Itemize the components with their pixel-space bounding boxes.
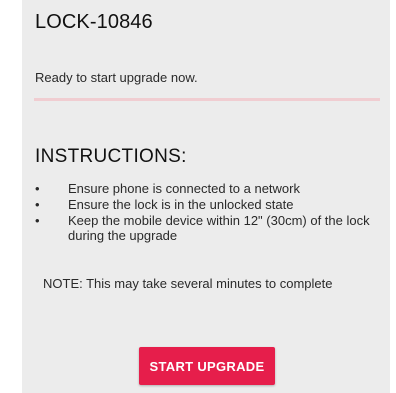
instruction-item: • Ensure the lock is in the unlocked sta… xyxy=(33,197,373,212)
bullet-icon: • xyxy=(35,197,40,212)
instruction-text: Ensure the lock is in the unlocked state xyxy=(68,197,294,212)
start-upgrade-button[interactable]: START UPGRADE xyxy=(139,347,275,385)
instruction-text: Ensure phone is connected to a network xyxy=(68,181,300,196)
instruction-item: • Keep the mobile device within 12" (30c… xyxy=(33,213,373,243)
instruction-text: Keep the mobile device within 12" (30cm)… xyxy=(68,213,370,243)
upgrade-panel: LOCK-10846 Ready to start upgrade now. I… xyxy=(22,0,390,393)
duration-note: NOTE: This may take several minutes to c… xyxy=(43,276,333,291)
instructions-list: • Ensure phone is connected to a network… xyxy=(33,181,373,244)
bullet-icon: • xyxy=(35,181,40,196)
upgrade-progress-bar xyxy=(34,98,380,101)
bullet-icon: • xyxy=(35,213,40,228)
instruction-item: • Ensure phone is connected to a network xyxy=(33,181,373,196)
lock-id-title: LOCK-10846 xyxy=(35,11,153,33)
instructions-heading: INSTRUCTIONS: xyxy=(35,146,187,167)
upgrade-status-text: Ready to start upgrade now. xyxy=(35,70,198,85)
